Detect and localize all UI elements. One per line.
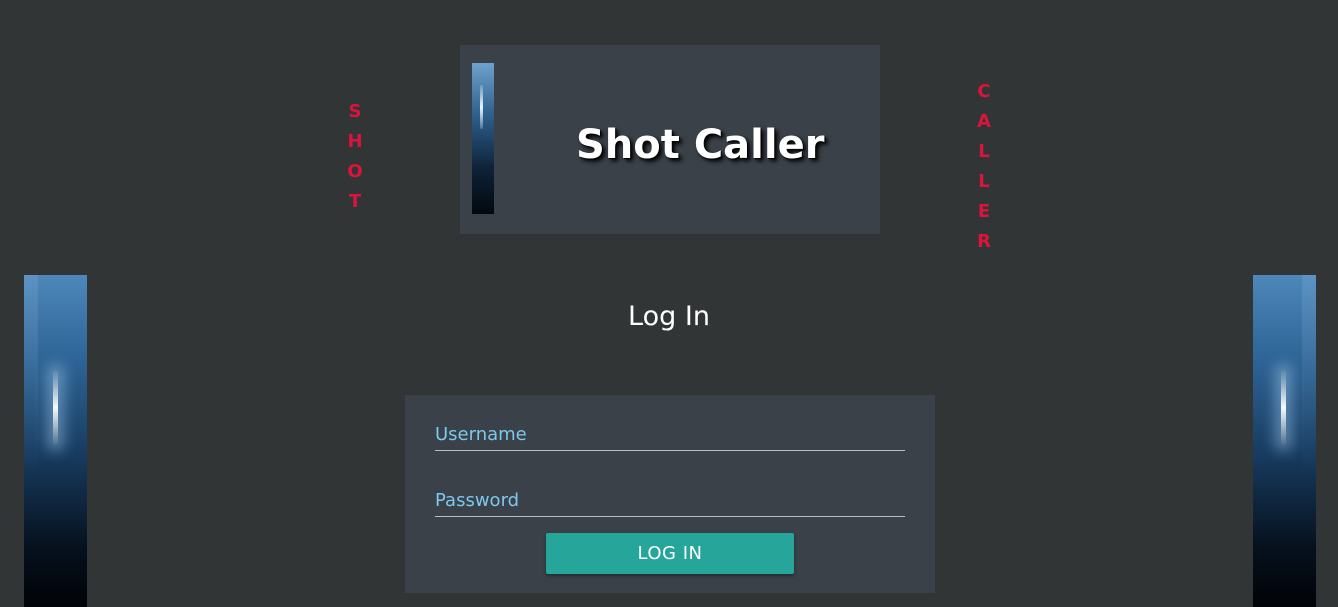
login-form: LOG IN <box>405 395 935 593</box>
shot-vertical-text: S H O T <box>346 97 364 217</box>
shot-letter: S <box>348 101 362 122</box>
login-button[interactable]: LOG IN <box>546 533 794 574</box>
header-banner: Shot Caller <box>460 45 880 234</box>
left-frame-highlight <box>24 275 38 475</box>
logo-image <box>472 63 494 214</box>
caller-letter: L <box>978 171 990 192</box>
username-field-wrapper <box>435 410 905 451</box>
right-decorative-image <box>1253 275 1316 607</box>
shot-letter: T <box>348 191 362 212</box>
caller-letter: E <box>977 201 991 222</box>
shot-letter: H <box>347 131 363 152</box>
page-title: Shot Caller <box>576 122 825 168</box>
caller-letter: R <box>977 231 991 252</box>
login-heading: Log In <box>628 301 710 332</box>
caller-vertical-text: C A L L E R <box>975 77 993 257</box>
caller-letter: L <box>978 141 990 162</box>
shot-letter: O <box>347 161 363 182</box>
left-light-beam <box>53 370 58 445</box>
password-field-wrapper <box>435 476 905 517</box>
username-input[interactable] <box>435 410 905 450</box>
caller-letter: C <box>977 81 991 102</box>
right-frame-highlight <box>1302 275 1316 475</box>
caller-letter: A <box>977 111 991 132</box>
right-light-beam <box>1281 370 1286 445</box>
password-input[interactable] <box>435 476 905 516</box>
left-decorative-image <box>24 275 87 607</box>
